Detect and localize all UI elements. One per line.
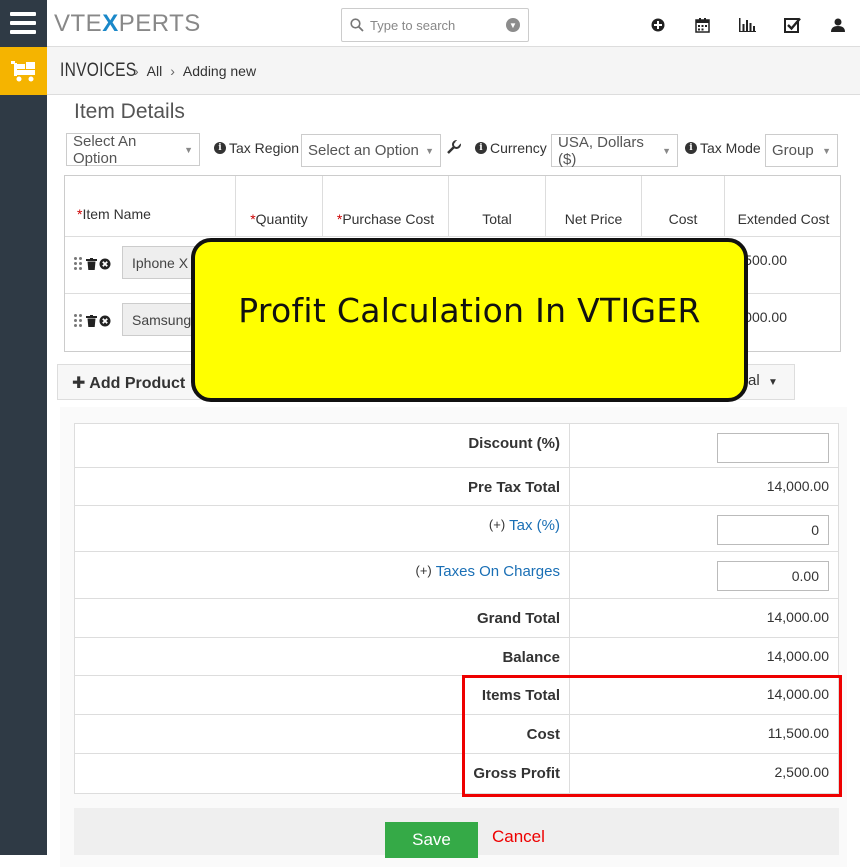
breadcrumb-all[interactable]: All [147,63,163,79]
tax-mode-label: i Tax Mode [685,140,761,156]
top-bar: VTEXPERTS ▼ [47,0,860,47]
discount-input[interactable] [717,433,829,463]
table-header: * Item Name * Quantity * Purchase Cost Tota… [65,176,840,237]
search-icon [350,18,364,32]
menu-icon[interactable] [10,12,36,34]
tax-row: (+) Tax (%) [75,506,838,552]
extended-cost-value: 500.00 [744,252,787,268]
add-product-button[interactable]: ✚ Add Product [72,373,185,393]
currency-select[interactable]: USA, Dollars ($) ▼ [551,133,678,168]
plus-icon: ✚ [72,375,86,392]
info-icon: i [475,142,487,154]
column-item-name: * Item Name [65,176,236,237]
column-net-price: Net Price [546,176,642,237]
vtexperts-logo[interactable]: VTEXPERTS [54,10,201,38]
discount-row: Discount (%) [75,424,838,468]
tax-region-label: i Tax Region [214,140,299,156]
caret-down-icon: ▼ [662,145,671,156]
reports-chart-icon[interactable] [725,14,770,36]
total-select[interactable]: al ▼ [748,372,778,389]
overlay-title: Profit Calculation In VTIGER [238,291,701,330]
balance-label: Balance [75,638,570,675]
grand-total-label: Grand Total [75,599,570,637]
tasks-check-icon[interactable] [770,14,815,36]
calendar-icon[interactable] [680,14,725,36]
tax-label[interactable]: (+) Tax (%) [75,506,570,551]
module-title[interactable]: INVOICES [60,60,136,82]
select-value: Group [772,142,814,159]
select-value: Select an Option [308,142,419,159]
delete-icon[interactable] [86,257,97,270]
caret-down-icon: ▼ [184,144,193,155]
quick-create-icon[interactable] [635,14,680,36]
pre-tax-total-row: Pre Tax Total 14,000.00 [75,468,838,506]
grand-total-value: 14,000.00 [766,609,829,625]
delete-icon[interactable] [86,314,97,327]
item-details-title: Item Details [74,100,185,123]
column-total: Total [449,176,546,237]
breadcrumb-chevron-icon: › [170,62,175,79]
pre-tax-total-value: 14,000.00 [766,478,829,494]
info-icon: i [214,142,226,154]
user-icon[interactable] [815,14,860,36]
grand-total-row: Grand Total 14,000.00 [75,599,838,638]
product-name-field[interactable]: Iphone X [122,246,202,279]
tax-region-select[interactable]: Select an Option ▼ [301,134,441,167]
extended-cost-value: 000.00 [744,309,787,325]
edit-view: Item Details Select An Option ▼ i Tax Regi… [47,95,860,867]
currency-label: i Currency [475,140,547,156]
save-button[interactable]: Save [385,822,478,858]
balance-value: 14,000.00 [766,648,829,664]
taxes-on-charges-label[interactable]: (+) Taxes On Charges [75,552,570,598]
drag-handle-icon[interactable] [74,314,84,327]
tax-input[interactable] [717,515,829,545]
pre-tax-total-label: Pre Tax Total [75,468,570,505]
cart-icon [10,61,35,82]
global-search[interactable]: ▼ [341,8,529,42]
taxes-on-charges-input[interactable] [717,561,829,591]
profit-highlight-box [462,675,842,797]
left-rail [0,0,47,855]
select-value: Select An Option [73,132,137,167]
column-quantity: * Quantity [236,176,323,237]
drag-handle-icon[interactable] [74,257,84,270]
form-footer: Save Cancel [74,808,839,858]
column-extended-cost: Extended Cost [737,211,830,227]
clear-icon[interactable] [99,258,111,270]
balance-row: Balance 14,000.00 [75,638,838,676]
search-options-icon[interactable]: ▼ [506,18,520,32]
discount-label[interactable]: Discount (%) [75,424,570,467]
info-icon: i [685,142,697,154]
wrench-icon[interactable] [447,140,461,154]
caret-down-icon: ▼ [425,145,434,156]
column-cost: Cost [642,176,725,237]
clear-icon[interactable] [99,315,111,327]
tax-mode-select[interactable]: Group ▼ [765,134,838,167]
taxes-on-charges-row: (+) Taxes On Charges [75,552,838,599]
select-value: USA, Dollars ($) [558,133,644,168]
overlay-banner: Profit Calculation In VTIGER [191,238,748,402]
caret-down-icon: ▼ [822,145,831,156]
search-input[interactable] [370,17,490,33]
caret-down-icon: ▼ [768,377,778,388]
line-item-type-select[interactable]: Select An Option ▼ [66,132,200,167]
product-name-field[interactable]: Samsung [122,303,202,336]
invoices-module-icon[interactable] [0,47,47,95]
cancel-link[interactable]: Cancel [492,827,545,847]
breadcrumb: INVOICES › All › Adding new [47,47,860,95]
breadcrumb-adding-new: Adding new [182,62,257,79]
column-purchase-cost: * Purchase Cost [323,176,449,237]
